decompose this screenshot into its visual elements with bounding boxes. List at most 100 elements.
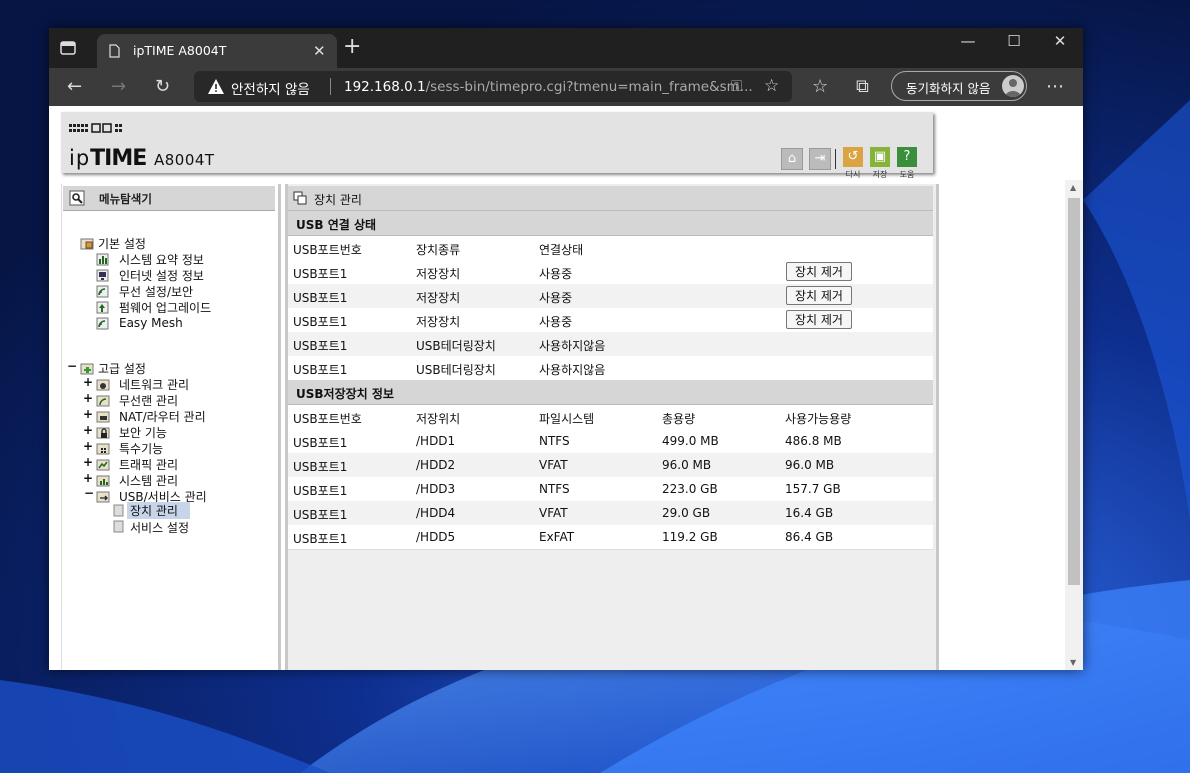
expand-icon[interactable]: + — [83, 407, 93, 421]
close-window-icon[interactable]: ✕ — [1037, 32, 1083, 50]
column-header: USB포트번호 — [293, 243, 362, 257]
add-favorite-icon[interactable]: ☆ — [764, 76, 779, 96]
expand-icon[interactable]: + — [83, 423, 93, 437]
page-icon — [113, 520, 124, 533]
table-row: USB포트1 USB테더링장치 사용하지않음 — [288, 356, 933, 381]
firmware-icon — [96, 301, 109, 314]
cell-location: /HDD2 — [416, 458, 456, 472]
windows-icon — [293, 191, 307, 205]
save-button[interactable]: ▣ — [870, 147, 890, 167]
maximize-icon[interactable]: ☐ — [991, 32, 1037, 50]
security-status: 안전하지 않음 — [231, 82, 310, 98]
menu-item-wireless-lan[interactable]: 무선랜 관리 — [119, 392, 178, 409]
cell-total: 96.0 MB — [662, 458, 712, 472]
cell-port: USB포트1 — [293, 291, 348, 305]
sync-profile-button[interactable]: 동기화하지 않음 — [891, 71, 1027, 101]
menu-item-firmware-upgrade[interactable]: 펌웨어 업그레이드 — [119, 299, 211, 316]
help-button[interactable]: ? — [897, 147, 917, 167]
vertical-scrollbar[interactable]: ▲ ▼ — [1065, 180, 1083, 670]
header-divider — [835, 149, 836, 169]
menu-item-traffic[interactable]: 트래픽 관리 — [119, 456, 178, 473]
page-viewport: ipTIME A8004T ⌂ ⇥ ↺ 다시 ▣ 저장 ? 도움 메뉴탐색기 기… — [49, 106, 1083, 670]
menu-item-security[interactable]: 보안 기능 — [119, 424, 167, 441]
key-icon[interactable]: ⚿ — [731, 77, 742, 95]
page-title: 장치 관리 — [314, 193, 362, 207]
collapse-icon[interactable]: − — [67, 359, 77, 373]
menu-item-wireless-security[interactable]: 무선 설정/보안 — [119, 283, 193, 300]
menu-item-system-summary[interactable]: 시스템 요약 정보 — [119, 251, 204, 268]
minimize-icon[interactable]: — — [945, 32, 991, 50]
forward-icon[interactable]: → — [111, 77, 126, 97]
favorites-icon[interactable]: ☆ — [812, 77, 828, 97]
menu-explorer-title-bar: 메뉴탐색기 — [63, 186, 275, 211]
back-icon[interactable]: ← — [67, 77, 82, 97]
menu-item-internet-settings[interactable]: 인터넷 설정 정보 — [119, 267, 204, 284]
menu-explorer-panel: 메뉴탐색기 기본 설정 시스템 요약 정보 인터넷 설정 정보 무선 설정/보안… — [61, 184, 281, 670]
menu-item-network[interactable]: 네트워크 관리 — [119, 376, 189, 393]
device-management-panel: 장치 관리 USB 연결 상태 USB포트번호 장치종류 연결상태 USB포트1… — [285, 184, 939, 670]
internet-settings-icon — [96, 269, 109, 282]
refresh-icon[interactable]: ↻ — [155, 77, 170, 97]
table-row: USB포트1 저장장치 사용중 장치 제거 — [288, 308, 933, 333]
browser-tab-active[interactable]: ipTIME A8004T ✕ — [97, 34, 337, 68]
system-summary-icon — [96, 253, 109, 266]
menu-item-device-management[interactable]: 장치 관리 — [127, 502, 190, 519]
cell-status: 사용중 — [539, 315, 573, 329]
cell-free: 16.4 GB — [785, 506, 834, 520]
table-row: USB포트1 USB테더링장치 사용하지않음 — [288, 332, 933, 357]
table-row: USB포트1 /HDD4 VFAT 29.0 GB 16.4 GB — [288, 501, 933, 526]
menu-advanced-settings[interactable]: 고급 설정 — [98, 360, 146, 377]
menu-explorer-title: 메뉴탐색기 — [99, 192, 152, 206]
expand-icon[interactable]: + — [83, 471, 93, 485]
remove-device-button[interactable]: 장치 제거 — [786, 286, 852, 305]
scroll-down-icon[interactable]: ▼ — [1070, 658, 1076, 667]
address-divider — [330, 78, 331, 95]
table-header: USB포트번호 장치종류 연결상태 — [288, 236, 933, 261]
menu-item-special[interactable]: 특수기능 — [119, 440, 163, 457]
scrollbar-thumb[interactable] — [1068, 198, 1080, 585]
table-row: USB포트1 저장장치 사용중 장치 제거 — [288, 260, 933, 285]
collections-icon[interactable]: ⧉ — [856, 77, 869, 97]
cell-free: 96.0 MB — [785, 458, 835, 472]
expand-icon[interactable]: + — [83, 439, 93, 453]
home-icon[interactable]: ⌂ — [781, 148, 803, 170]
expand-icon[interactable]: + — [83, 391, 93, 405]
router-header: ipTIME A8004T ⌂ ⇥ ↺ 다시 ▣ 저장 ? 도움 — [61, 112, 933, 179]
logout-icon[interactable]: ⇥ — [809, 148, 831, 170]
menu-item-easy-mesh[interactable]: Easy Mesh — [119, 316, 183, 330]
table-row: USB포트1 /HDD5 ExFAT 119.2 GB 86.4 GB — [288, 525, 933, 550]
search-icon — [69, 190, 85, 206]
warning-icon[interactable] — [207, 78, 225, 95]
avatar — [1002, 75, 1024, 97]
address-bar[interactable]: 안전하지 않음 192.168.0.1/sess-bin/timepro.cgi… — [194, 71, 792, 102]
close-tab-icon[interactable]: ✕ — [313, 42, 326, 60]
expand-icon[interactable]: + — [83, 455, 93, 469]
expand-icon[interactable]: + — [83, 375, 93, 389]
cell-total: 29.0 GB — [662, 506, 711, 520]
url-text[interactable]: 192.168.0.1/sess-bin/timepro.cgi?tmenu=m… — [344, 79, 753, 95]
cell-port: USB포트1 — [293, 363, 348, 377]
menu-basic-settings[interactable]: 기본 설정 — [98, 235, 146, 252]
cell-type: 저장장치 — [416, 315, 461, 329]
reload-button[interactable]: ↺ — [843, 147, 863, 167]
sync-label: 동기화하지 않음 — [906, 81, 991, 96]
new-tab-icon[interactable]: + — [343, 36, 361, 58]
remove-device-button[interactable]: 장치 제거 — [786, 262, 852, 281]
cell-type: 저장장치 — [416, 291, 461, 305]
column-header: USB포트번호 — [293, 412, 362, 426]
tab-actions-icon[interactable] — [59, 39, 77, 57]
column-header: 파일시스템 — [539, 412, 595, 426]
menu-item-nat-router[interactable]: NAT/라우터 관리 — [119, 408, 206, 425]
usb-icon — [96, 491, 110, 503]
collapse-icon[interactable]: − — [84, 486, 94, 500]
page-icon — [109, 44, 120, 58]
save-label: 저장 — [872, 170, 888, 179]
more-menu-icon[interactable]: ⋯ — [1046, 77, 1064, 97]
menu-item-system[interactable]: 시스템 관리 — [119, 472, 178, 489]
special-features-icon — [96, 443, 110, 455]
wireless-icon — [96, 285, 109, 298]
remove-device-button[interactable]: 장치 제거 — [786, 310, 852, 329]
scroll-up-icon[interactable]: ▲ — [1070, 183, 1076, 192]
menu-item-service-settings[interactable]: 서비스 설정 — [130, 519, 189, 536]
column-header: 총용량 — [662, 412, 696, 426]
